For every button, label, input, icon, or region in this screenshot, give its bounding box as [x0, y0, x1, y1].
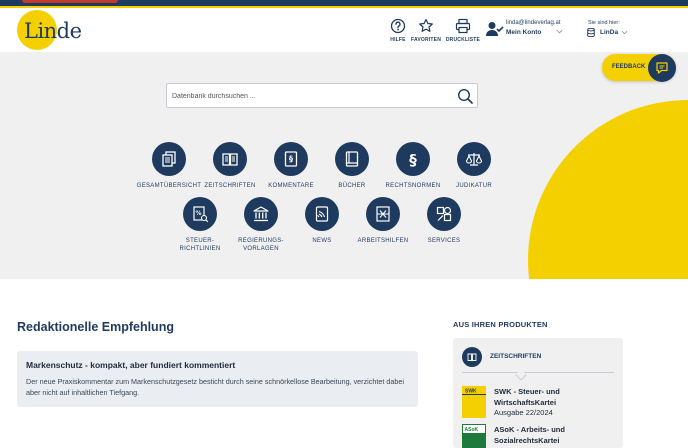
header: Linde HILFE FAVORITEN DRUCKLISTE linda@l… [0, 10, 688, 52]
products-box: ZEITSCHRIFTEN SWK SWK - Steuer- und Wirt… [453, 338, 623, 448]
print-list-button[interactable]: DRUCKLISTE [441, 18, 485, 43]
tile-circle [335, 142, 369, 176]
chevron-down-icon [556, 29, 563, 34]
magazine-icon [222, 153, 238, 166]
commentary-book-icon: § [284, 151, 298, 167]
top-accent-strip [22, 0, 118, 3]
search-input[interactable] [172, 87, 442, 105]
book-icon [345, 151, 359, 167]
user-check-icon [486, 22, 504, 36]
top-brand-bar [0, 0, 688, 8]
paragraph-icon: § [409, 151, 417, 168]
feedback-label: FEEDBACK [612, 64, 646, 70]
chevron-down-icon [621, 30, 628, 35]
tile-label: SERVICES [427, 238, 461, 244]
product-issue: Ausgabe 22/2024 [494, 408, 553, 417]
tile-circle [305, 197, 339, 231]
scales-icon [465, 153, 483, 166]
product-cover-asok: ASoK [462, 424, 486, 448]
tile-circle: % [183, 197, 217, 231]
tile-circle [366, 197, 400, 231]
product-cover-text: ASoK [465, 427, 479, 433]
search-box [166, 83, 478, 108]
tile-circle [457, 142, 491, 176]
printer-icon [455, 18, 471, 34]
svg-text:§: § [289, 155, 293, 164]
products-category-circle [462, 347, 482, 367]
product-name: ASoK - Arbeits- und SozialrechtsKartei [494, 425, 565, 445]
tile-label: JUDIKATUR [456, 183, 492, 189]
decorative-yellow-circle [528, 100, 688, 279]
government-building-icon [253, 206, 269, 222]
site-switcher[interactable]: Sie sind hier: LinDa [586, 20, 646, 42]
tile-judikatur[interactable]: JUDIKATUR [434, 142, 514, 190]
account-menu[interactable]: linda@lindeverlag.at Mein Konto [486, 20, 576, 42]
chat-icon [656, 62, 668, 74]
products-title: AUS IHREN PRODUKTEN [453, 320, 548, 329]
tile-circle [213, 142, 247, 176]
product-cover-swk: SWK [462, 386, 486, 418]
divider [462, 372, 614, 373]
tile-circle [152, 142, 186, 176]
tile-circle [427, 197, 461, 231]
tax-guideline-icon: % [193, 206, 209, 223]
svg-text:§: § [409, 151, 417, 168]
products-category-label[interactable]: ZEITSCHRIFTEN [490, 353, 541, 360]
tile-circle: § [396, 142, 430, 176]
tile-services[interactable]: SERVICES [404, 197, 484, 245]
card-title[interactable]: Markenschutz - kompakt, aber fundiert ko… [26, 360, 235, 370]
tile-circle: § [274, 142, 308, 176]
product-cover-text: SWK [465, 389, 477, 395]
services-icon [436, 206, 452, 222]
product-name: SWK - Steuer- und WirtschaftsKartei [494, 387, 560, 407]
account-email: linda@lindeverlag.at [506, 20, 561, 26]
tile-circle [244, 197, 278, 231]
svg-text:%: % [195, 210, 201, 217]
recommendation-title: Redaktionelle Empfehlung [17, 320, 174, 334]
logo-text[interactable]: Linde [24, 19, 82, 43]
database-icon [587, 28, 595, 37]
worksheet-icon [376, 206, 390, 222]
feedback-chat-button[interactable] [648, 54, 676, 82]
print-list-label: DRUCKLISTE [445, 37, 481, 43]
site-prefix: Sie sind hier: [588, 20, 620, 26]
site-name: LinDa [600, 29, 619, 36]
star-icon [419, 18, 433, 32]
card-text: Der neue Praxiskommentar zum Markenschut… [26, 377, 404, 397]
recommendation-card[interactable]: Markenschutz - kompakt, aber fundiert ko… [17, 351, 418, 407]
account-label: Mein Konto [506, 29, 542, 36]
news-icon [315, 206, 329, 222]
search-icon[interactable] [457, 88, 473, 104]
documents-icon [162, 151, 176, 167]
magazine-icon [467, 353, 477, 361]
